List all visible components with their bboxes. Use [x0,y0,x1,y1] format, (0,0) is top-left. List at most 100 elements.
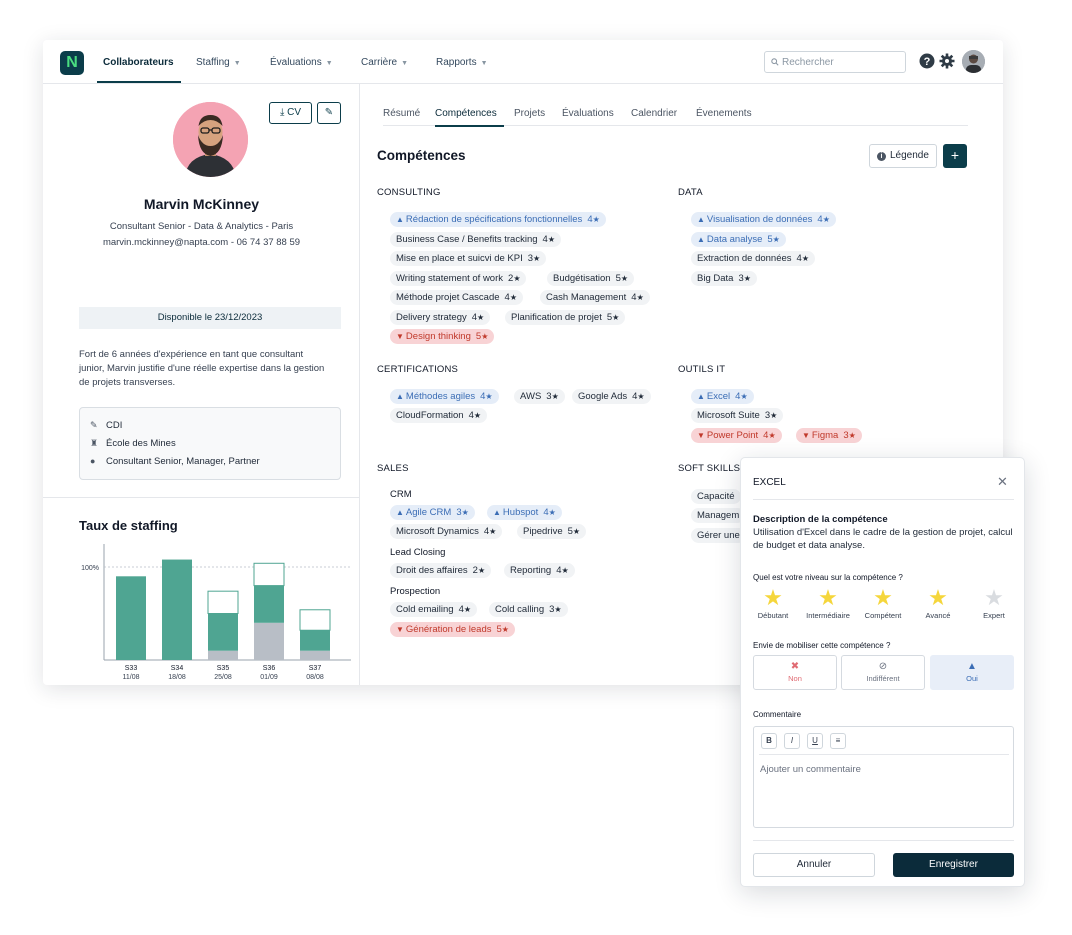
chip-label: Méthode projet Cascade [396,292,500,303]
option-indifferent-button[interactable]: ⊘ Indifférent [841,655,925,690]
x-tick-label: S37 [309,665,322,672]
competence-chip[interactable]: ▼ Design thinking 5★ [390,329,495,344]
competence-chip[interactable]: Managem [691,508,746,523]
profile-panel: ⤓ CV ✎ Marvin McKinney Consultant Senior… [43,84,360,685]
star-icon: ★ [461,508,469,517]
napta-logo[interactable]: N [60,51,84,75]
competence-chip[interactable]: Planification de projet 5★ [505,310,626,325]
competence-chip[interactable]: Droit des affaires 2★ [390,563,492,578]
add-competence-button[interactable]: + [943,144,967,168]
user-avatar[interactable] [962,50,985,73]
level-option-avance[interactable]: ★ Avancé [913,587,963,621]
option-non-button[interactable]: ✖ Non [753,655,837,690]
competence-chip[interactable]: Gérer une [691,528,746,543]
competence-chip[interactable]: Budgétisation 5★ [547,271,635,286]
profile-tabs: Résumé Compétences Projets Évaluations C… [383,108,968,127]
help-icon[interactable]: ? [919,53,935,69]
competence-chip[interactable]: Microsoft Dynamics 4★ [390,524,503,539]
chip-label: Budgétisation [553,273,611,284]
star-icon: ★ [818,585,838,610]
competence-chip[interactable]: ▼ Power Point 4★ [691,428,782,443]
competence-chip[interactable]: Big Data 3★ [691,271,757,286]
comment-editor[interactable]: B I U ≡ Ajouter un commentaire [753,726,1014,828]
level-option-expert[interactable]: ★ Expert [969,587,1019,621]
legend-button[interactable]: i Légende [869,144,937,168]
tab-projets[interactable]: Projets [514,108,545,119]
bar-segment [207,590,239,614]
star-icon: ★ [481,332,489,341]
competence-chip[interactable]: ▲ Excel 4★ [691,389,754,404]
chip-label: Big Data [697,273,734,284]
star-icon: ★ [743,274,751,283]
thumbs-up-icon: ▲ [967,661,977,672]
download-cv-button[interactable]: ⤓ CV [269,102,312,124]
competence-chip[interactable]: ▲ Data analyse 5★ [691,232,786,247]
underline-button[interactable]: U [807,733,823,749]
settings-gear-icon[interactable] [939,53,955,69]
chip-label: Gérer une [697,530,740,541]
tab-evaluations[interactable]: Évaluations [562,108,614,119]
competence-chip[interactable]: Reporting 4★ [504,563,575,578]
tab-calendrier[interactable]: Calendrier [631,108,677,119]
nav-rapports[interactable]: Rapports ▼ [436,57,488,68]
tab-resume[interactable]: Résumé [383,108,420,119]
bold-button[interactable]: B [761,733,777,749]
tab-evenements[interactable]: Évenements [696,108,752,119]
competence-chip[interactable]: Cash Management 4★ [540,290,650,305]
italic-button[interactable]: I [784,733,800,749]
option-oui-button[interactable]: ▲ Oui [930,655,1014,690]
competence-chip[interactable]: Cold emailing 4★ [390,602,478,617]
x-tick-date: 08/08 [306,674,324,681]
competence-chip[interactable]: ▲ Rédaction de spécifications fonctionnel… [390,212,606,227]
list-button[interactable]: ≡ [830,733,846,749]
nav-staffing[interactable]: Staffing ▼ [196,57,241,68]
category-consulting: CONSULTING [377,187,441,198]
competence-chip[interactable]: ▼ Figma 3★ [796,428,862,443]
nav-evaluations[interactable]: Évaluations ▼ [270,57,333,68]
star-icon: ★ [477,566,486,575]
competence-chip[interactable]: Google Ads 4★ [572,389,651,404]
competence-chip[interactable]: AWS 3★ [514,389,565,404]
nav-carriere[interactable]: Carrière ▼ [361,57,408,68]
level-option-competent[interactable]: ★ Compétent [858,587,908,621]
profile-contact: marvin.mckinney@napta.com - 06 74 37 88 … [102,237,301,248]
competence-modal: EXCEL ✕ Description de la compétence Uti… [740,457,1025,887]
level-option-debutant[interactable]: ★ Débutant [748,587,798,621]
competence-chip[interactable]: Delivery strategy 4★ [390,310,491,325]
thumbs-up-icon: ▲ [493,508,501,517]
chip-label: Cold calling [495,604,545,615]
competence-chip[interactable]: Capacité [691,489,741,504]
edit-profile-button[interactable]: ✎ [317,102,341,124]
cancel-button[interactable]: Annuler [753,853,875,877]
profile-name: Marvin McKinney [143,196,260,212]
tab-competences[interactable]: Compétences [435,108,497,119]
save-button[interactable]: Enregistrer [893,853,1014,877]
chip-label: Agile CRM [405,507,452,518]
competence-chip[interactable]: ▲ Méthodes agiles 4★ [390,389,499,404]
close-icon[interactable]: ✕ [997,474,1008,490]
x-tick-date: 01/09 [260,674,278,681]
competence-chip[interactable]: Pipedrive 5★ [517,524,587,539]
competence-chip[interactable]: Méthode projet Cascade 4★ [390,290,523,305]
numbered-list-icon: ≡ [835,736,841,745]
competence-chip[interactable]: Microsoft Suite 3★ [691,408,784,423]
star-icon: ★ [509,293,517,302]
competence-chip[interactable]: Extraction de données 4★ [691,251,816,266]
thumbs-up-icon: ▲ [697,235,705,244]
competence-chip[interactable]: CloudFormation 4★ [390,408,488,423]
competence-chip[interactable]: ▲ Visualisation de données 4★ [691,212,836,227]
competence-chip[interactable]: Cold calling 3★ [489,602,568,617]
competence-chip[interactable]: Writing statement of work 2★ [390,271,527,286]
thumbs-up-icon: ▲ [396,508,404,517]
competence-chip[interactable]: ▲ Hubspot 4★ [487,505,562,520]
info-contract: ✎ CDI [90,416,330,434]
active-tab-indicator [435,125,504,127]
competence-chip[interactable]: ▼ Génération de leads 5★ [390,622,515,637]
nav-collaborateurs[interactable]: Collaborateurs [103,57,174,68]
level-option-intermediaire[interactable]: ★ Intermédiaire [803,585,853,621]
search-input[interactable]: Rechercher [764,51,906,73]
competence-chip[interactable]: Business Case / Benefits tracking 4★ [390,232,561,247]
section-divider [43,497,360,498]
competence-chip[interactable]: Mise en place et suicvi de KPI 3★ [390,251,547,266]
competence-chip[interactable]: ▲ Agile CRM 3★ [390,505,475,520]
